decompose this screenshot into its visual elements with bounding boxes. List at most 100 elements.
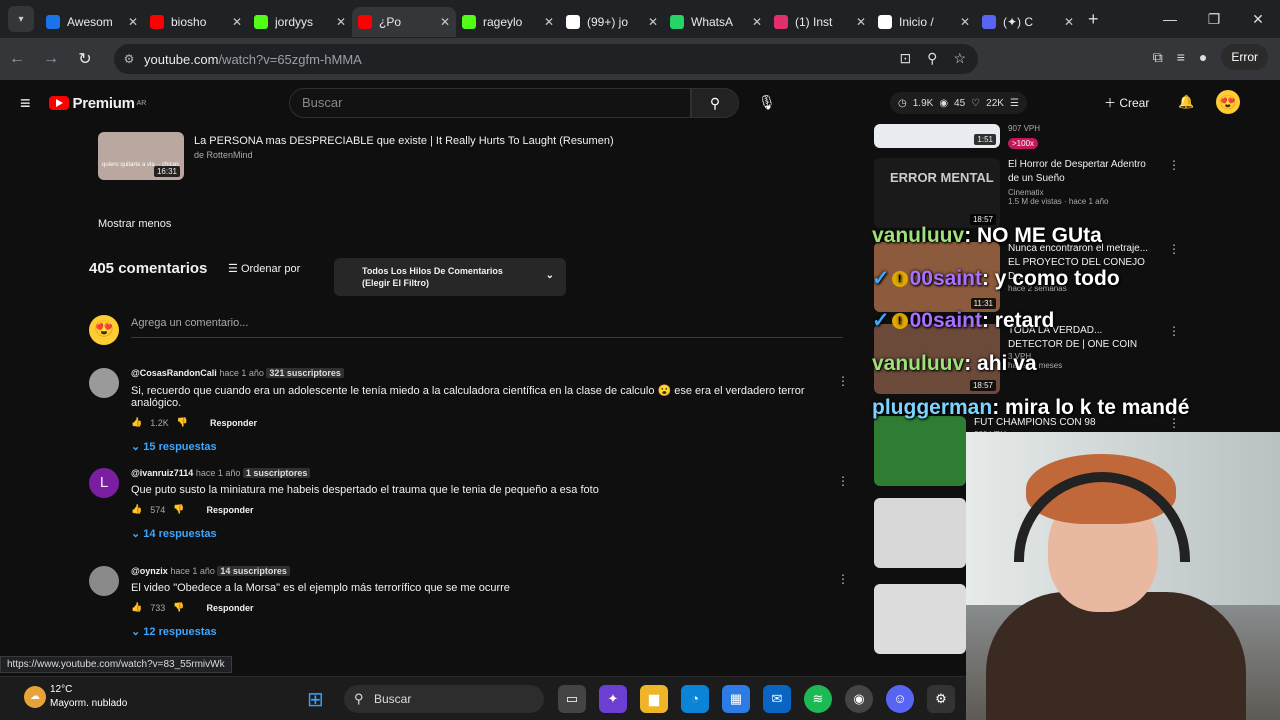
store-icon[interactable]: ▦ (722, 685, 750, 713)
recommended-channel[interactable]: Cinematix (1008, 188, 1158, 197)
close-window-icon[interactable]: ✕ (1236, 11, 1280, 28)
address-bar[interactable]: ⚙ youtube.com/watch?v=65zgfm-hMMA ⊡ ⚲ ☆ (114, 44, 978, 74)
view-replies-button[interactable]: ⌄ 15 respuestas (131, 440, 831, 453)
install-icon[interactable]: ⊡ (899, 50, 911, 67)
comment-time[interactable]: hace 1 año (219, 368, 264, 378)
search-input[interactable]: Buscar (289, 88, 691, 118)
video-more-icon[interactable]: ⋮ (1168, 158, 1180, 172)
close-tab-icon[interactable]: ✕ (440, 15, 450, 29)
like-icon[interactable]: 👍 (131, 602, 142, 613)
commenter-avatar[interactable]: L (89, 468, 119, 498)
browser-tab[interactable]: Inicio / ✕ (872, 7, 976, 37)
linked-video-thumbnail[interactable]: quiero quitarte a vla ·· chicas 16:31 (98, 132, 184, 180)
reply-button[interactable]: Responder (206, 603, 253, 613)
browser-tab[interactable]: biosho ✕ (144, 7, 248, 37)
commenter-avatar[interactable] (89, 566, 119, 596)
add-comment-input[interactable]: Agrega un comentario... (131, 317, 843, 338)
site-info-icon[interactable]: ⚙ (114, 52, 144, 66)
reply-button[interactable]: Responder (210, 418, 257, 428)
recommended-thumbnail[interactable] (874, 498, 966, 568)
close-tab-icon[interactable]: ✕ (544, 15, 554, 29)
reload-icon[interactable]: ↻ (68, 49, 102, 69)
menu-icon[interactable]: ≡ (20, 93, 31, 114)
video-more-icon[interactable]: ⋮ (1168, 324, 1180, 338)
forward-icon[interactable]: → (34, 50, 68, 68)
weather-widget[interactable]: ☁ 12°C Mayorm. nublado (24, 683, 127, 711)
file-explorer-icon[interactable]: ▆ (640, 685, 668, 713)
chrome-icon[interactable]: ◉ (845, 685, 873, 713)
sort-by-button[interactable]: ☰ Ordenar por (228, 262, 300, 275)
taskbar-search[interactable]: ⚲ Buscar (344, 685, 544, 713)
search-button[interactable]: ⚲ (691, 88, 739, 118)
settings-icon[interactable]: ⚙ (927, 685, 955, 713)
spotify-icon[interactable]: ≋ (804, 685, 832, 713)
comment-more-icon[interactable]: ⋮ (837, 474, 849, 488)
commenter-name[interactable]: @ivanruiz7114 (131, 468, 193, 478)
recommended-thumbnail[interactable] (874, 584, 966, 654)
video-more-icon[interactable]: ⋮ (1168, 242, 1180, 256)
notifications-icon[interactable]: 🔔 (1178, 94, 1194, 110)
browser-tab[interactable]: (1) Inst ✕ (768, 7, 872, 37)
zoom-icon[interactable]: ⚲ (927, 50, 937, 67)
new-tab-icon[interactable]: + (1088, 9, 1099, 30)
browser-tab[interactable]: WhatsA ✕ (664, 7, 768, 37)
close-tab-icon[interactable]: ✕ (1064, 15, 1074, 29)
edge-icon[interactable]: ◔ (681, 685, 709, 713)
copilot-icon[interactable]: ✦ (599, 685, 627, 713)
view-replies-button[interactable]: ⌄ 14 respuestas (131, 527, 831, 540)
browser-tab[interactable]: ¿Po ✕ (352, 7, 456, 37)
youtube-logo[interactable]: Premium AR (48, 95, 146, 112)
stream-stats[interactable]: ◷ 1.9K ◉ 45 ♡ 22K ☰ (890, 92, 1027, 114)
account-avatar[interactable]: 😍 (1216, 90, 1240, 114)
close-tab-icon[interactable]: ✕ (856, 15, 866, 29)
browser-tab[interactable]: (✦) C ✕ (976, 7, 1080, 37)
dislike-icon[interactable]: 👎 (173, 504, 184, 515)
profile-avatar-icon[interactable]: ● (1199, 49, 1207, 65)
microphone-icon[interactable]: 🎙 (758, 94, 776, 111)
description-linked-video[interactable]: quiero quitarte a vla ·· chicas 16:31 La… (98, 132, 614, 180)
dislike-icon[interactable]: 👎 (177, 417, 188, 428)
recommended-thumbnail[interactable]: ERROR MENTAL 18:57 (874, 158, 1000, 228)
view-replies-button[interactable]: ⌄ 12 respuestas (131, 625, 831, 638)
discord-icon[interactable]: ☺ (886, 685, 914, 713)
media-controls-icon[interactable]: ≡ (1177, 49, 1185, 65)
linked-video-title[interactable]: La PERSONA mas DESPRECIABLE que existe |… (194, 135, 614, 147)
commenter-avatar[interactable] (89, 368, 119, 398)
create-button[interactable]: ＋ Crear (1104, 94, 1149, 111)
browser-tab[interactable]: jordyys ✕ (248, 7, 352, 37)
recommended-thumbnail[interactable]: 1:51 (874, 124, 1000, 148)
commenter-name[interactable]: @CosasRandonCali (131, 368, 217, 378)
comment-more-icon[interactable]: ⋮ (837, 572, 849, 586)
bookmark-star-icon[interactable]: ☆ (953, 50, 966, 67)
reply-button[interactable]: Responder (206, 505, 253, 515)
recommended-video[interactable]: 1:51 907 VPH >100x (874, 124, 1158, 151)
recommended-thumbnail[interactable] (874, 416, 966, 486)
close-tab-icon[interactable]: ✕ (336, 15, 346, 29)
like-icon[interactable]: 👍 (131, 417, 142, 428)
close-tab-icon[interactable]: ✕ (232, 15, 242, 29)
recommended-title[interactable]: El Horror de Despertar Adentro de un Sue… (1008, 158, 1158, 186)
maximize-icon[interactable]: ❐ (1192, 11, 1236, 28)
close-tab-icon[interactable]: ✕ (648, 15, 658, 29)
minimize-icon[interactable]: — (1148, 11, 1192, 27)
show-less-button[interactable]: Mostrar menos (98, 218, 171, 230)
browser-tab[interactable]: Awesom ✕ (40, 7, 144, 37)
windows-start-icon[interactable]: ⊞ (307, 687, 324, 712)
tab-search-button[interactable]: ▾ (8, 6, 34, 32)
comment-time[interactable]: hace 1 año (196, 468, 241, 478)
like-icon[interactable]: 👍 (131, 504, 142, 515)
recommended-video[interactable]: ERROR MENTAL 18:57 El Horror de Desperta… (874, 158, 1180, 228)
commenter-name[interactable]: @oynzix (131, 566, 168, 576)
comment-more-icon[interactable]: ⋮ (837, 374, 849, 388)
browser-tab[interactable]: (99+) jo ✕ (560, 7, 664, 37)
task-view-icon[interactable]: ▭ (558, 685, 586, 713)
comment-time[interactable]: hace 1 año (170, 566, 215, 576)
browser-tab[interactable]: rageylo ✕ (456, 7, 560, 37)
close-tab-icon[interactable]: ✕ (128, 15, 138, 29)
extensions-icon[interactable]: ⧉ (1153, 49, 1163, 66)
profile-error-button[interactable]: Error (1221, 44, 1268, 70)
dislike-icon[interactable]: 👎 (173, 602, 184, 613)
outlook-icon[interactable]: ✉ (763, 685, 791, 713)
comment-filter-dropdown[interactable]: Todos Los Hilos De Comentarios (Elegir E… (334, 258, 566, 296)
close-tab-icon[interactable]: ✕ (960, 15, 970, 29)
